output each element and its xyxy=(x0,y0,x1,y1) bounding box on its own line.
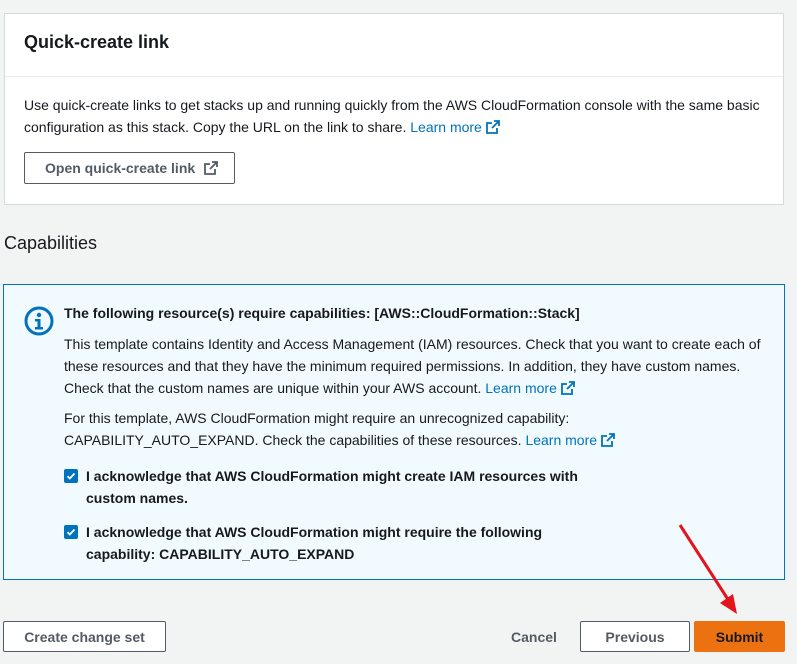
checkmark-icon xyxy=(66,472,76,480)
quick-create-description-text: Use quick-create links to get stacks up … xyxy=(24,97,760,135)
submit-button[interactable]: Submit xyxy=(694,621,785,652)
capabilities-info-alert: The following resource(s) require capabi… xyxy=(3,284,785,580)
open-quick-create-link-button[interactable]: Open quick-create link xyxy=(24,152,236,184)
ack-auto-expand-checkbox[interactable] xyxy=(64,525,78,539)
cancel-button[interactable]: Cancel xyxy=(497,621,571,652)
ack-auto-expand-row[interactable]: I acknowledge that AWS CloudFormation mi… xyxy=(64,521,764,565)
capabilities-expand-text: For this template, AWS CloudFormation mi… xyxy=(64,410,570,448)
external-link-icon xyxy=(485,120,500,134)
capabilities-iam-paragraph: This template contains Identity and Acce… xyxy=(64,333,764,399)
iam-learn-more-link[interactable]: Learn more xyxy=(485,380,575,396)
capabilities-expand-paragraph: For this template, AWS CloudFormation mi… xyxy=(64,407,764,451)
open-quick-create-link-label: Open quick-create link xyxy=(45,160,196,176)
external-link-icon xyxy=(601,433,615,447)
external-link-icon xyxy=(204,161,219,175)
quick-create-body: Use quick-create links to get stacks up … xyxy=(5,77,783,184)
capability-learn-more-label: Learn more xyxy=(525,432,598,448)
ack-iam-checkbox[interactable] xyxy=(64,469,78,483)
previous-button[interactable]: Previous xyxy=(580,621,690,652)
quick-create-learn-more-label: Learn more xyxy=(410,119,482,135)
capability-learn-more-link[interactable]: Learn more xyxy=(525,432,615,448)
quick-create-title: Quick-create link xyxy=(24,32,170,52)
external-link-icon xyxy=(560,381,575,395)
quick-create-header: Quick-create link xyxy=(5,14,783,77)
capabilities-section-title: Capabilities xyxy=(4,233,98,253)
create-change-set-button[interactable]: Create change set xyxy=(3,621,166,652)
capabilities-iam-text: This template contains Identity and Acce… xyxy=(64,336,761,396)
quick-create-description: Use quick-create links to get stacks up … xyxy=(24,94,764,138)
iam-learn-more-label: Learn more xyxy=(485,380,557,396)
ack-iam-row[interactable]: I acknowledge that AWS CloudFormation mi… xyxy=(64,465,764,509)
ack-iam-label[interactable]: I acknowledge that AWS CloudFormation mi… xyxy=(86,465,586,509)
info-icon xyxy=(24,306,54,336)
ack-auto-expand-label[interactable]: I acknowledge that AWS CloudFormation mi… xyxy=(86,521,586,565)
checkmark-icon xyxy=(66,528,76,536)
quick-create-panel: Quick-create link Use quick-create links… xyxy=(4,13,784,205)
capabilities-info-content: The following resource(s) require capabi… xyxy=(64,302,764,565)
quick-create-learn-more-link[interactable]: Learn more xyxy=(410,119,500,135)
capabilities-heading: The following resource(s) require capabi… xyxy=(64,305,580,321)
